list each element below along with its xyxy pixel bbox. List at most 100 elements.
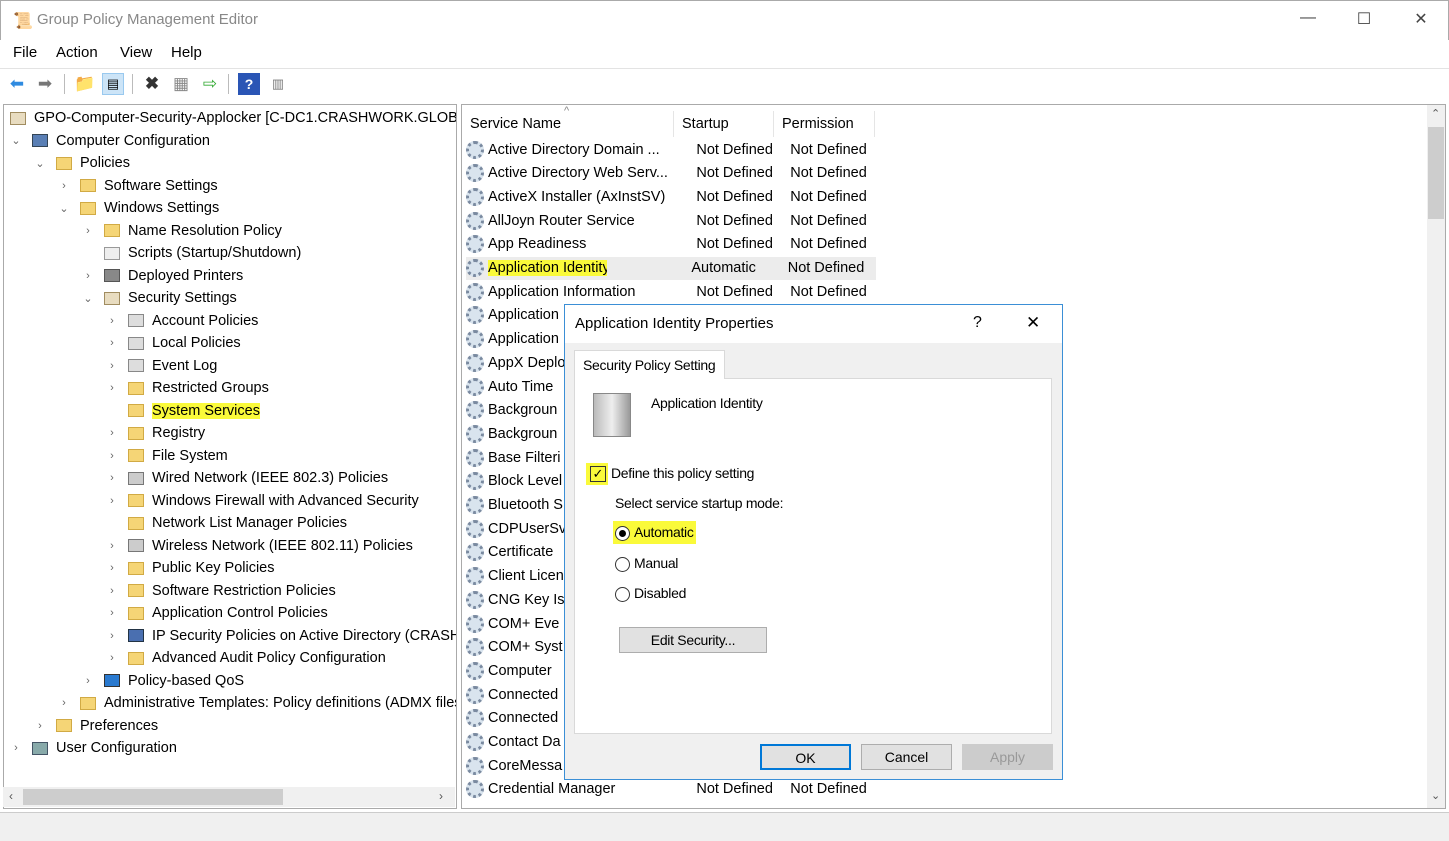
- tree-item[interactable]: › Local Policies: [106, 332, 241, 354]
- expand-chevron-icon[interactable]: ⌄: [10, 134, 22, 147]
- tree-item[interactable]: › Software Restriction Policies: [106, 580, 336, 602]
- table-row[interactable]: Active Directory Domain ... Not Defined No…: [466, 138, 876, 161]
- show-action-pane-icon[interactable]: ▥: [267, 73, 289, 95]
- tree-item[interactable]: › IP Security Policies on Active Director…: [106, 625, 456, 647]
- menu-action[interactable]: Action: [56, 44, 98, 61]
- tree-item[interactable]: › Wired Network (IEEE 802.3) Policies: [106, 467, 388, 489]
- properties-icon[interactable]: ▦: [170, 73, 192, 95]
- table-row[interactable]: Application Information Not Defined Not De…: [466, 280, 876, 303]
- tree-item[interactable]: › Advanced Audit Policy Configuration: [106, 647, 386, 669]
- expand-chevron-icon[interactable]: ›: [106, 652, 118, 664]
- tree-item[interactable]: ⌄ Windows Settings: [58, 197, 219, 219]
- radio-button[interactable]: [615, 556, 630, 572]
- tree-item[interactable]: ⌄ Security Settings: [82, 287, 236, 309]
- expand-chevron-icon[interactable]: ›: [58, 697, 70, 709]
- tree-item[interactable]: › Policy-based QoS: [82, 670, 244, 692]
- tree-item[interactable]: ⌄ Policies: [34, 152, 130, 174]
- tree-item[interactable]: › Software Settings: [58, 175, 218, 197]
- expand-chevron-icon[interactable]: ›: [34, 720, 46, 732]
- tree-item-label: System Services: [152, 402, 260, 419]
- tree-item[interactable]: Scripts (Startup/Shutdown): [82, 242, 301, 264]
- expand-chevron-icon[interactable]: ›: [106, 585, 118, 597]
- list-vertical-scrollbar[interactable]: ⌃ ⌄: [1427, 105, 1445, 808]
- radio-automatic[interactable]: Automatic: [613, 521, 696, 544]
- tree-item[interactable]: › Application Control Policies: [106, 602, 328, 624]
- menu-help[interactable]: Help: [171, 44, 202, 61]
- column-header-service-name[interactable]: Service Name ^: [462, 105, 674, 137]
- expand-chevron-icon[interactable]: ›: [106, 472, 118, 484]
- radio-disabled[interactable]: Disabled: [615, 585, 686, 602]
- table-row[interactable]: ActiveX Installer (AxInstSV) Not Defined N…: [466, 185, 876, 208]
- show-hide-tree-icon[interactable]: ▤: [102, 73, 124, 95]
- expand-chevron-icon[interactable]: ›: [58, 180, 70, 192]
- dialog-close-button[interactable]: ✕: [1026, 313, 1040, 333]
- expand-chevron-icon[interactable]: ›: [82, 225, 94, 237]
- expand-chevron-icon[interactable]: ›: [82, 270, 94, 282]
- delete-icon[interactable]: ✖: [141, 73, 163, 95]
- export-list-icon[interactable]: ⇨: [199, 73, 221, 95]
- table-row[interactable]: AllJoyn Router Service Not Defined Not Def…: [466, 209, 876, 232]
- forward-icon[interactable]: ➡: [34, 73, 56, 95]
- up-folder-icon[interactable]: 📁: [74, 73, 96, 95]
- expand-chevron-icon[interactable]: ⌄: [58, 202, 70, 215]
- tree-item[interactable]: › File System: [106, 445, 228, 467]
- expand-chevron-icon[interactable]: ›: [106, 315, 118, 327]
- expand-chevron-icon[interactable]: ›: [82, 675, 94, 687]
- tree-item[interactable]: › Restricted Groups: [106, 377, 269, 399]
- expand-chevron-icon[interactable]: ›: [106, 427, 118, 439]
- close-button[interactable]: ✕: [1406, 9, 1436, 33]
- tree-item[interactable]: › Account Policies: [106, 310, 258, 332]
- menu-file[interactable]: File: [13, 44, 37, 61]
- tree-item[interactable]: Network List Manager Policies: [106, 512, 347, 534]
- menu-view[interactable]: View: [120, 44, 152, 61]
- table-row[interactable]: Application Identity Automatic Not Defined: [466, 256, 876, 280]
- edit-security-button[interactable]: Edit Security...: [619, 627, 767, 653]
- expand-chevron-icon[interactable]: ›: [106, 360, 118, 372]
- tree-item[interactable]: › Event Log: [106, 355, 217, 377]
- expand-chevron-icon[interactable]: ›: [106, 630, 118, 642]
- scrollbar-thumb[interactable]: [23, 789, 283, 805]
- tree-item[interactable]: › Windows Firewall with Advanced Security: [106, 490, 419, 512]
- expand-chevron-icon[interactable]: ⌄: [34, 157, 46, 170]
- ok-button[interactable]: OK: [760, 744, 851, 770]
- tree-item[interactable]: ⌄ Computer Configuration: [10, 130, 210, 152]
- cancel-button[interactable]: Cancel: [861, 744, 952, 770]
- help-icon[interactable]: ?: [238, 73, 260, 95]
- radio-button[interactable]: [615, 525, 630, 541]
- tree-item[interactable]: GPO-Computer-Security-Applocker [C-DC1.C…: [10, 107, 456, 129]
- back-icon[interactable]: ⬅: [6, 73, 28, 95]
- tree-item[interactable]: › Deployed Printers: [82, 265, 243, 287]
- radio-manual[interactable]: Manual: [615, 555, 678, 572]
- tree-item[interactable]: › Wireless Network (IEEE 802.11) Policies: [106, 535, 413, 557]
- expand-chevron-icon[interactable]: ⌄: [82, 292, 94, 305]
- table-row[interactable]: Credential Manager Not Defined Not Defined: [466, 778, 876, 801]
- expand-chevron-icon[interactable]: ›: [106, 562, 118, 574]
- expand-chevron-icon[interactable]: ›: [106, 607, 118, 619]
- tree-item[interactable]: › Registry: [106, 422, 205, 444]
- expand-chevron-icon[interactable]: ›: [106, 495, 118, 507]
- tree-item[interactable]: System Services: [106, 400, 260, 422]
- maximize-button[interactable]: ☐: [1349, 9, 1379, 33]
- dialog-help-button[interactable]: ?: [973, 314, 982, 332]
- tree-item[interactable]: › Preferences: [34, 715, 158, 737]
- tree-item[interactable]: › Public Key Policies: [106, 557, 274, 579]
- expand-chevron-icon[interactable]: ›: [106, 382, 118, 394]
- table-row[interactable]: Active Directory Web Serv... Not Defined N…: [466, 162, 876, 185]
- tree-item[interactable]: › Name Resolution Policy: [82, 220, 282, 242]
- tree-horizontal-scrollbar[interactable]: ‹ ›: [3, 787, 455, 807]
- apply-button[interactable]: Apply: [962, 744, 1053, 770]
- expand-chevron-icon[interactable]: ›: [106, 540, 118, 552]
- define-policy-checkbox[interactable]: ✓: [590, 466, 606, 482]
- tree-item[interactable]: › Administrative Templates: Policy defini…: [58, 692, 456, 714]
- radio-button[interactable]: [615, 586, 630, 602]
- minimize-button[interactable]: —: [1293, 9, 1323, 33]
- expand-chevron-icon[interactable]: ›: [106, 450, 118, 462]
- expand-chevron-icon[interactable]: ›: [10, 742, 22, 754]
- column-header-startup[interactable]: Startup: [674, 111, 774, 137]
- tab-security-policy-setting[interactable]: Security Policy Setting: [574, 350, 725, 379]
- column-header-permission[interactable]: Permission: [774, 111, 875, 137]
- table-row[interactable]: App Readiness Not Defined Not Defined: [466, 233, 876, 256]
- scrollbar-thumb[interactable]: [1428, 127, 1444, 219]
- tree-item[interactable]: › User Configuration: [10, 737, 177, 759]
- expand-chevron-icon[interactable]: ›: [106, 337, 118, 349]
